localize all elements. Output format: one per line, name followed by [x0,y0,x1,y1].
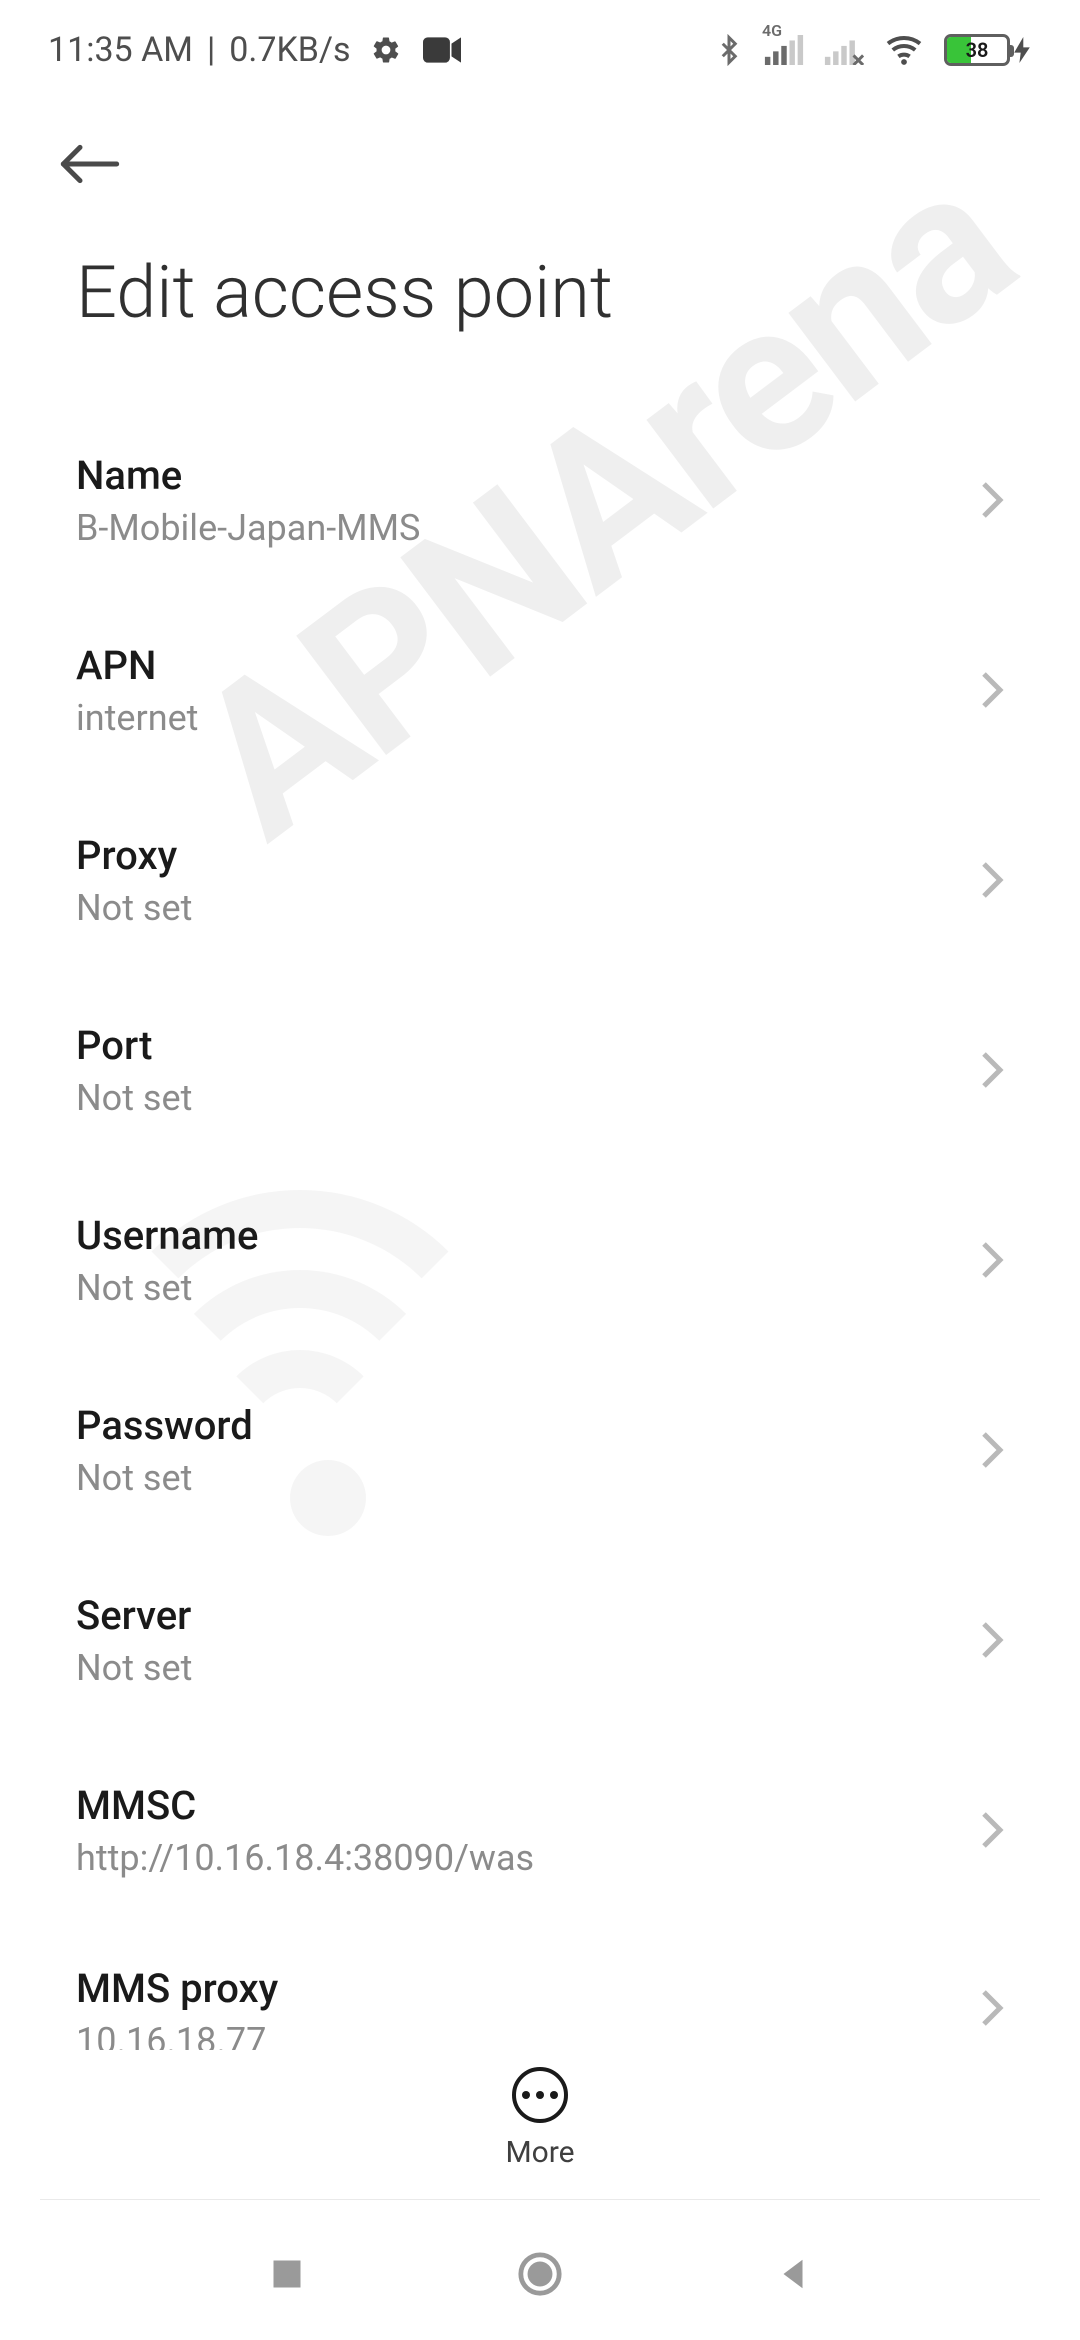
setting-label: Port [76,1022,950,1069]
setting-label: MMSC [76,1782,950,1829]
setting-row-password[interactable]: Password Not set [0,1355,1080,1545]
setting-label: Proxy [76,832,950,879]
setting-value: Not set [76,1457,950,1499]
wifi-icon [884,34,924,66]
setting-value: B-Mobile-Japan-MMS [76,507,950,549]
triangle-left-icon [774,2255,812,2296]
chevron-right-icon [980,1430,1004,1470]
bluetooth-icon [714,32,744,68]
setting-value: Not set [76,1647,950,1689]
chevron-right-icon [980,1620,1004,1660]
status-time: 11:35 AM [48,30,193,70]
setting-row-username[interactable]: Username Not set [0,1165,1080,1355]
back-button[interactable] [54,129,126,201]
setting-value: 10.16.18.77 [76,2020,950,2050]
chevron-right-icon [980,860,1004,900]
chevron-right-icon [980,1050,1004,1090]
setting-label: Password [76,1402,950,1449]
setting-label: MMS proxy [76,1965,950,2012]
nav-home-button[interactable] [505,2240,575,2310]
chevron-right-icon [980,1988,1004,2028]
page-title: Edit access point [0,220,1080,405]
battery-percent: 38 [947,37,1007,63]
setting-row-proxy[interactable]: Proxy Not set [0,785,1080,975]
nav-back-button[interactable] [758,2240,828,2310]
camera-icon [423,37,461,63]
nav-recent-button[interactable] [252,2240,322,2310]
more-label: More [505,2135,574,2170]
circle-icon [517,2251,563,2300]
settings-list: Name B-Mobile-Japan-MMS APN internet Pro… [0,405,1080,2050]
setting-row-mmsc[interactable]: MMSC http://10.16.18.4:38090/was [0,1735,1080,1925]
setting-label: Name [76,452,950,499]
square-icon [269,2256,305,2295]
charging-icon [1014,37,1032,63]
chevron-right-icon [980,670,1004,710]
chevron-right-icon [980,1810,1004,1850]
topbar [0,100,1080,220]
setting-value: internet [76,697,950,739]
chevron-right-icon [980,1240,1004,1280]
battery-indicator: 38 [944,34,1032,66]
status-bar: 11:35 AM | 0.7KB/s 4G 38 [0,0,1080,100]
setting-row-server[interactable]: Server Not set [0,1545,1080,1735]
setting-row-apn[interactable]: APN internet [0,595,1080,785]
more-button[interactable] [512,2067,568,2123]
system-nav-bar [0,2210,1080,2340]
status-separator: | [207,30,215,70]
status-network-speed: 0.7KB/s [229,30,350,70]
setting-label: Server [76,1592,950,1639]
signal-sim1-icon: 4G [764,35,804,65]
chevron-right-icon [980,480,1004,520]
setting-label: APN [76,642,950,689]
setting-value: Not set [76,1077,950,1119]
setting-label: Username [76,1212,950,1259]
gear-icon [371,35,401,65]
setting-value: Not set [76,1267,950,1309]
setting-value: Not set [76,887,950,929]
back-arrow-icon [59,144,121,187]
setting-row-name[interactable]: Name B-Mobile-Japan-MMS [0,405,1080,595]
signal-sim2-icon [824,35,864,65]
setting-row-port[interactable]: Port Not set [0,975,1080,1165]
setting-value: http://10.16.18.4:38090/was [76,1837,950,1879]
bottom-divider [40,2199,1040,2200]
setting-row-mms-proxy[interactable]: MMS proxy 10.16.18.77 [0,1925,1080,2050]
